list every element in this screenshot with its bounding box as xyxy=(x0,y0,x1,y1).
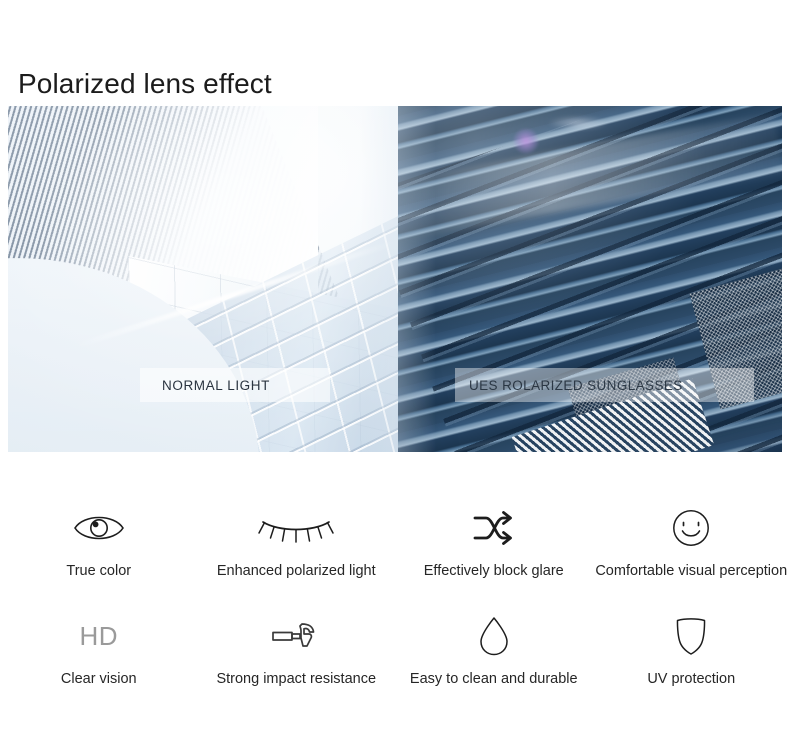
feature-label: True color xyxy=(66,563,132,579)
normal-light-caption-plate: NORMAL LIGHT xyxy=(140,368,330,402)
feature-block-glare: Effectively block glare xyxy=(395,500,593,608)
feature-label: Clear vision xyxy=(60,671,137,687)
polarized-caption-plate: UES ROLARIZED SUNGLASSES xyxy=(455,368,754,402)
water-droplet-icon xyxy=(477,608,511,664)
feature-row-1: True color Enhanced polarized light Effe… xyxy=(0,500,790,608)
feature-label: Comfortable visual perception xyxy=(595,563,788,579)
hammer-icon xyxy=(270,608,322,664)
eyelash-icon xyxy=(257,500,335,556)
feature-enhanced-polarized-light: Enhanced polarized light xyxy=(198,500,396,608)
smiley-face-icon xyxy=(671,500,711,556)
hd-text-icon: HD xyxy=(79,608,118,664)
feature-comfortable-visual-perception: Comfortable visual perception xyxy=(593,500,790,608)
feature-clear-vision: HD Clear vision xyxy=(0,608,198,713)
page-title: Polarized lens effect xyxy=(18,67,272,99)
eye-icon xyxy=(72,500,126,556)
product-feature-page: Polarized lens effect NORMAL LIGHT UES R… xyxy=(0,0,790,749)
feature-true-color: True color xyxy=(0,500,198,608)
hero-comparison-image: NORMAL LIGHT UES ROLARIZED SUNGLASSES xyxy=(8,106,782,452)
shield-icon xyxy=(673,608,709,664)
feature-grid: True color Enhanced polarized light Effe… xyxy=(0,500,790,713)
feature-uv-protection: UV protection xyxy=(593,608,790,713)
feature-easy-to-clean: Easy to clean and durable xyxy=(395,608,593,713)
hd-text-icon-label: HD xyxy=(79,620,119,651)
feature-label: UV protection xyxy=(647,671,736,687)
feature-label: Easy to clean and durable xyxy=(409,671,578,687)
feature-impact-resistance: Strong impact resistance xyxy=(198,608,396,713)
feature-label: Strong impact resistance xyxy=(216,671,377,687)
normal-light-caption-text: NORMAL LIGHT xyxy=(162,377,270,393)
polarized-caption-text: UES ROLARIZED SUNGLASSES xyxy=(469,377,683,393)
shuffle-arrows-icon xyxy=(473,500,515,556)
feature-label: Effectively block glare xyxy=(423,563,564,579)
feature-row-2: HD Clear vision Strong impact resistance xyxy=(0,608,790,713)
feature-label: Enhanced polarized light xyxy=(216,563,376,579)
